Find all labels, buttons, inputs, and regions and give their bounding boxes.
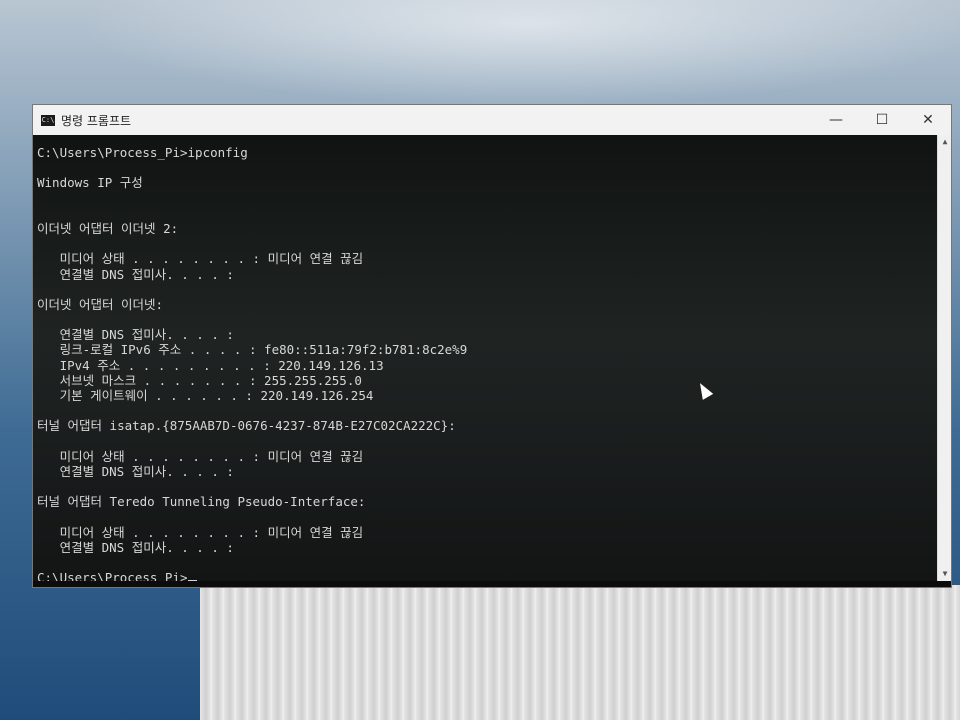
console-line: 이더넷 어댑터 이더넷: (37, 296, 164, 312)
console-output[interactable]: C:\Users\Process_Pi>ipconfig Windows IP 구… (33, 135, 937, 581)
console-line: 미디어 상태 . . . . . . . . : 미디어 연결 끊김 (37, 251, 364, 267)
vertical-scrollbar[interactable]: ▲ ▼ (937, 135, 951, 581)
prompt-text: C:\Users\Process_Pi> (37, 570, 188, 581)
window-title: 명령 프롬프트 (61, 113, 132, 128)
minimize-button[interactable]: — (813, 105, 859, 135)
screen-glare (0, 0, 960, 120)
console-line: Windows IP 구성 (37, 175, 143, 191)
command-prompt-window[interactable]: C:\ 명령 프롬프트 — ☐ ✕ C:\Users\Process_Pi>ip… (32, 104, 952, 588)
scroll-up-icon[interactable]: ▲ (938, 135, 952, 149)
console-line: 기본 게이트웨이 . . . . . . : 220.149.126.254 (37, 388, 374, 403)
console-line: 터널 어댑터 Teredo Tunneling Pseudo-Interface… (37, 494, 366, 510)
console-line: C:\Users\Process_Pi>ipconfig (37, 145, 248, 160)
console-line: 연결별 DNS 접미사. . . . : (37, 463, 234, 479)
close-button[interactable]: ✕ (905, 105, 951, 135)
prompt-line[interactable]: C:\Users\Process_Pi> (37, 570, 937, 581)
text-caret (187, 580, 197, 581)
console-line: 터널 어댑터 isatap.{875AAB7D-0676-4237-874B-E… (37, 418, 456, 434)
console-line: 연결별 DNS 접미사. . . . : (37, 539, 234, 555)
cmd-app-icon: C:\ (41, 114, 55, 126)
console-line: 연결별 DNS 접미사. . . . : (37, 266, 234, 282)
console-line: 서브넷 마스크 . . . . . . . : 255.255.255.0 (37, 372, 362, 388)
console-line: 연결별 DNS 접미사. . . . : (37, 327, 234, 343)
console-line: 링크-로컬 IPv6 주소 . . . . : fe80::511a:79f2:… (37, 342, 468, 358)
console-line: 미디어 상태 . . . . . . . . : 미디어 연결 끊김 (37, 448, 364, 464)
window-controls: — ☐ ✕ (813, 105, 951, 135)
console-line: 미디어 상태 . . . . . . . . : 미디어 연결 끊김 (37, 524, 364, 540)
console-line: 이더넷 어댑터 이더넷 2: (37, 220, 179, 236)
scroll-down-icon[interactable]: ▼ (938, 567, 952, 581)
title-bar[interactable]: C:\ 명령 프롬프트 — ☐ ✕ (33, 105, 951, 135)
maximize-button[interactable]: ☐ (859, 105, 905, 135)
background-window (200, 585, 960, 720)
console-line: IPv4 주소 . . . . . . . . . : 220.149.126.… (37, 357, 384, 373)
